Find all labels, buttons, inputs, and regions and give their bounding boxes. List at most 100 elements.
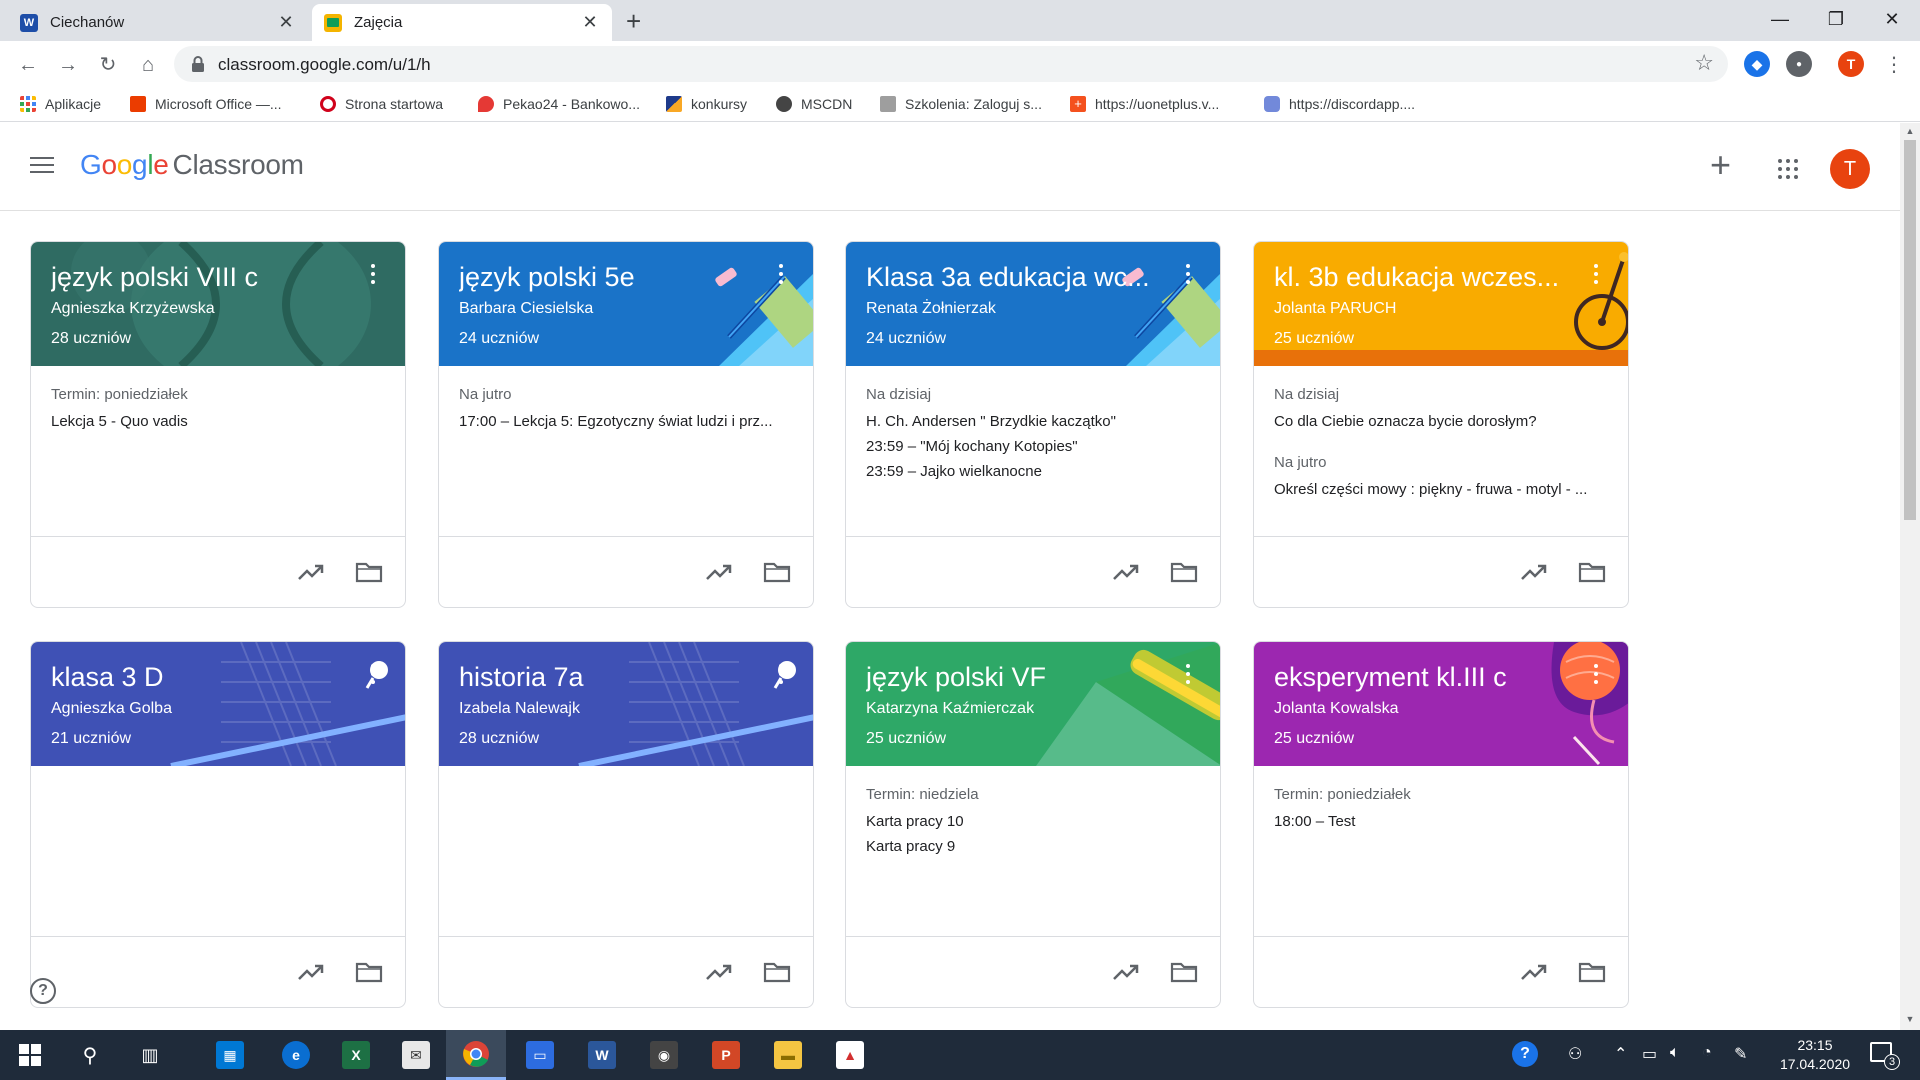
help-tray-icon[interactable]: ?: [1512, 1041, 1538, 1067]
close-tab-icon[interactable]: ✕: [580, 12, 600, 33]
show-hidden-icons-icon[interactable]: ⌃: [1614, 1044, 1627, 1064]
mail-icon[interactable]: ✉: [386, 1030, 446, 1080]
course-options-icon[interactable]: [1594, 664, 1598, 688]
restore-icon[interactable]: ❐: [1808, 0, 1864, 38]
course-banner[interactable]: Klasa 3a edukacja wc... Renata Żołnierza…: [846, 242, 1220, 366]
course-banner[interactable]: język polski 5e Barbara Ciesielska 24 uc…: [439, 242, 813, 366]
assignment-link[interactable]: Co dla Ciebie oznacza bycie dorosłym?: [1274, 409, 1608, 434]
gradebook-trending-icon[interactable]: [705, 961, 733, 983]
bookmark-szkolenia[interactable]: Szkolenia: Zaloguj s...: [880, 96, 1042, 112]
course-card[interactable]: język polski VIII c Agnieszka Krzyżewska…: [30, 241, 406, 608]
tab-zajecia[interactable]: Zajęcia ✕: [312, 4, 612, 41]
start-menu-icon[interactable]: [0, 1030, 60, 1080]
assignment-link[interactable]: Karta pracy 10: [866, 809, 1200, 834]
course-title[interactable]: eksperyment kl.III c: [1274, 662, 1507, 693]
new-tab-icon[interactable]: +: [626, 8, 641, 34]
course-banner[interactable]: klasa 3 D Agnieszka Golba 21 uczniów: [31, 642, 405, 766]
course-card[interactable]: klasa 3 D Agnieszka Golba 21 uczniów: [30, 641, 406, 1008]
folder-icon[interactable]: [355, 561, 383, 583]
pen-icon[interactable]: ✎: [1734, 1044, 1747, 1064]
edge-icon[interactable]: e: [266, 1030, 326, 1080]
assignment-link[interactable]: 17:00 – Lekcja 5: Egzotyczny świat ludzi…: [459, 409, 793, 434]
game-controller-icon[interactable]: ◉: [634, 1030, 694, 1080]
course-title[interactable]: język polski 5e: [459, 262, 635, 293]
bookmark-discord[interactable]: https://discordapp....: [1264, 96, 1415, 112]
gradebook-trending-icon[interactable]: [705, 561, 733, 583]
course-title[interactable]: Klasa 3a edukacja wc...: [866, 262, 1150, 293]
folder-icon[interactable]: [763, 961, 791, 983]
volume-icon[interactable]: 🔈︎: [1670, 1044, 1680, 1062]
assignment-link[interactable]: 23:59 – "Mój kochany Kotopies": [866, 434, 1200, 459]
action-center-icon[interactable]: 3: [1870, 1042, 1900, 1070]
task-view-icon[interactable]: ▥: [120, 1030, 180, 1080]
word-icon[interactable]: W: [572, 1030, 632, 1080]
course-options-icon[interactable]: [1594, 264, 1598, 288]
system-clock[interactable]: 23:15 17.04.2020: [1760, 1036, 1870, 1074]
help-icon[interactable]: ?: [30, 978, 56, 1004]
scroll-down-icon[interactable]: ▼: [1904, 1014, 1916, 1024]
course-title[interactable]: klasa 3 D: [51, 662, 164, 693]
assignment-link[interactable]: Lekcja 5 - Quo vadis: [51, 409, 385, 434]
gradebook-trending-icon[interactable]: [1520, 561, 1548, 583]
bookmark-uonetplus[interactable]: + https://uonetplus.v...: [1070, 96, 1219, 112]
course-options-icon[interactable]: [371, 264, 375, 288]
assignment-link[interactable]: Określ części mowy : piękny - fruwa - mo…: [1274, 477, 1608, 502]
bookmark-star-icon[interactable]: ☆: [1694, 50, 1714, 76]
scroll-up-icon[interactable]: ▲: [1904, 126, 1916, 136]
account-avatar[interactable]: T: [1830, 149, 1870, 189]
home-icon[interactable]: ⌂: [132, 49, 164, 81]
gradebook-trending-icon[interactable]: [1112, 961, 1140, 983]
course-card[interactable]: historia 7a Izabela Nalewajk 28 uczniów: [438, 641, 814, 1008]
close-tab-icon[interactable]: ✕: [276, 12, 296, 33]
google-apps-icon[interactable]: [1778, 159, 1798, 179]
course-banner[interactable]: język polski VF Katarzyna Kaźmierczak 25…: [846, 642, 1220, 766]
course-options-icon[interactable]: [1186, 264, 1190, 288]
create-join-class-icon[interactable]: +: [1710, 147, 1731, 183]
people-icon[interactable]: ⚇: [1568, 1044, 1582, 1064]
google-classroom-logo[interactable]: Google Classroom: [80, 149, 304, 181]
excel-icon[interactable]: X: [326, 1030, 386, 1080]
address-bar[interactable]: classroom.google.com/u/1/h ☆: [174, 46, 1728, 82]
course-card[interactable]: eksperyment kl.III c Jolanta Kowalska 25…: [1253, 641, 1629, 1008]
bookmark-aplikacje[interactable]: Aplikacje: [20, 96, 101, 112]
bookmark-konkursy[interactable]: konkursy: [666, 96, 747, 112]
gradebook-trending-icon[interactable]: [297, 961, 325, 983]
forward-icon[interactable]: →: [52, 49, 84, 81]
assignment-link[interactable]: H. Ch. Andersen " Brzydkie kaczątko": [866, 409, 1200, 434]
gradebook-trending-icon[interactable]: [1520, 961, 1548, 983]
profile-avatar[interactable]: T: [1838, 51, 1864, 77]
folder-icon[interactable]: [1170, 961, 1198, 983]
folder-icon[interactable]: [1170, 561, 1198, 583]
powerpoint-icon[interactable]: P: [696, 1030, 756, 1080]
course-title[interactable]: język polski VIII c: [51, 262, 258, 293]
tab-ciechanow[interactable]: W Ciechanów ✕: [8, 4, 308, 41]
course-card[interactable]: język polski 5e Barbara Ciesielska 24 uc…: [438, 241, 814, 608]
folder-icon[interactable]: [763, 561, 791, 583]
folder-icon[interactable]: [1578, 961, 1606, 983]
scrollbar-thumb[interactable]: [1904, 140, 1916, 520]
course-banner[interactable]: język polski VIII c Agnieszka Krzyżewska…: [31, 242, 405, 366]
course-title[interactable]: kl. 3b edukacja wczes...: [1274, 262, 1559, 293]
course-options-icon[interactable]: [779, 664, 783, 688]
folder-icon[interactable]: [355, 961, 383, 983]
course-options-icon[interactable]: [779, 264, 783, 288]
course-title[interactable]: język polski VF: [866, 662, 1046, 693]
chrome-menu-icon[interactable]: ⋮: [1878, 49, 1910, 81]
bookmark-strona-startowa[interactable]: Strona startowa: [320, 96, 443, 112]
reload-icon[interactable]: ↻: [92, 49, 124, 81]
assignment-link[interactable]: Karta pracy 9: [866, 834, 1200, 859]
network-icon[interactable]: ◔: [1702, 1044, 1712, 1062]
course-banner[interactable]: eksperyment kl.III c Jolanta Kowalska 25…: [1254, 642, 1628, 766]
folder-icon[interactable]: [1578, 561, 1606, 583]
course-banner[interactable]: historia 7a Izabela Nalewajk 28 uczniów: [439, 642, 813, 766]
course-banner[interactable]: kl. 3b edukacja wczes... Jolanta PARUCH …: [1254, 242, 1628, 366]
bookmark-mscdn[interactable]: MSCDN: [776, 96, 852, 112]
chrome-taskbar-icon[interactable]: [446, 1030, 506, 1080]
bookmark-pekao24[interactable]: Pekao24 - Bankowo...: [478, 96, 640, 112]
course-card[interactable]: język polski VF Katarzyna Kaźmierczak 25…: [845, 641, 1221, 1008]
file-explorer-icon[interactable]: ▬: [758, 1030, 818, 1080]
media-app-icon[interactable]: ▲: [820, 1030, 880, 1080]
bookmark-microsoft-office[interactable]: Microsoft Office —...: [130, 96, 282, 112]
course-options-icon[interactable]: [1186, 664, 1190, 688]
gradebook-trending-icon[interactable]: [1112, 561, 1140, 583]
